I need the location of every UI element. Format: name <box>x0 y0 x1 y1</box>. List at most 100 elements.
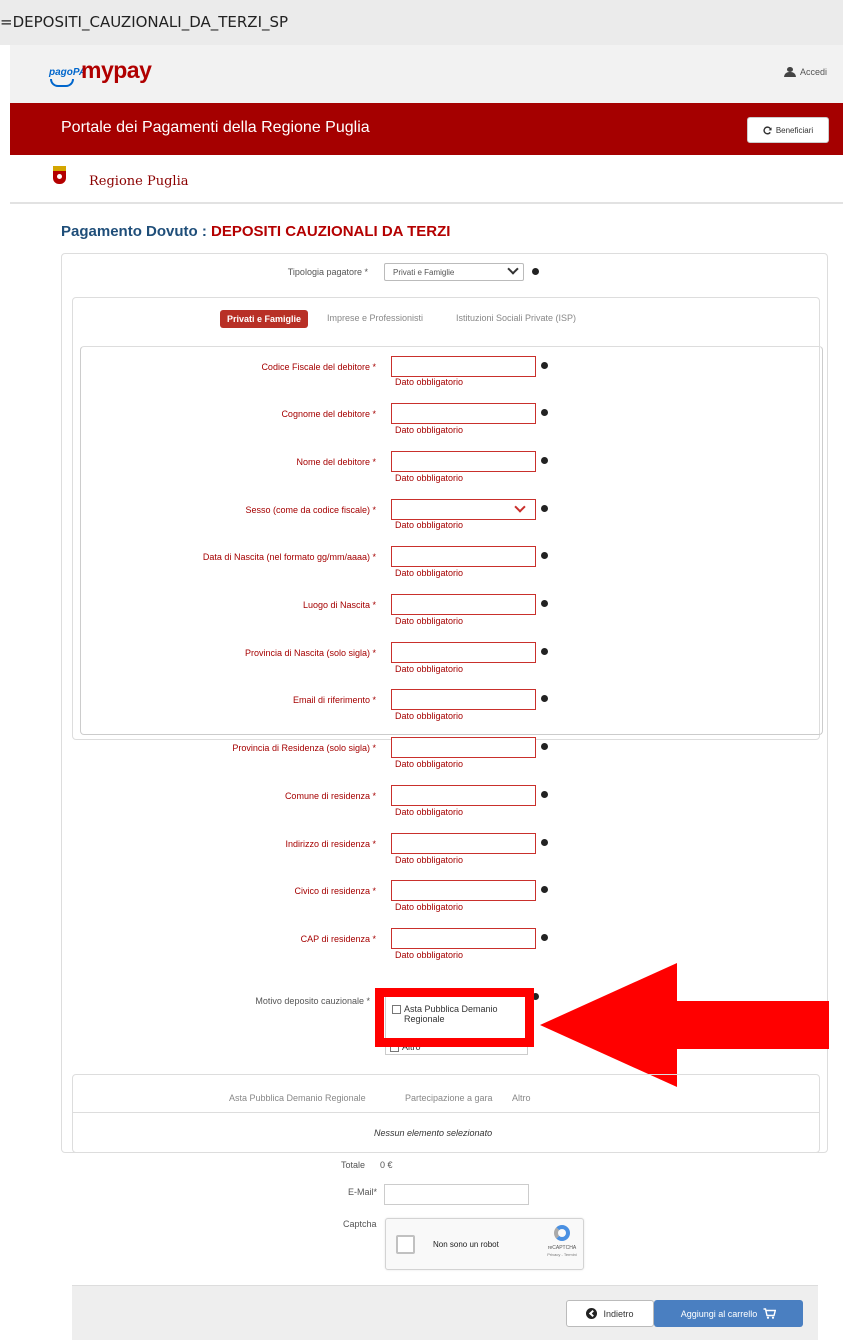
nome-input[interactable] <box>391 451 536 472</box>
red-arrow-icon <box>540 963 677 1087</box>
tipologia-select[interactable]: Privati e Famiglie <box>384 263 524 281</box>
help-icon[interactable] <box>541 839 548 846</box>
user-icon <box>783 67 796 77</box>
url-text: =DEPOSITI_CAUZIONALI_DA_TERZI_SP <box>0 13 289 31</box>
help-icon[interactable] <box>541 934 548 941</box>
mypay-logo: mypay <box>81 57 152 83</box>
field-label: Indirizzo di residenza * <box>285 839 376 849</box>
help-icon[interactable] <box>541 886 548 893</box>
tab-asta-pubblica[interactable]: Asta Pubblica Demanio Regionale <box>229 1093 366 1103</box>
captcha-label: Captcha <box>343 1219 377 1229</box>
totale-label: Totale <box>341 1160 366 1170</box>
tipologia-value: Privati e Famiglie <box>393 268 455 277</box>
tab-partecipazione[interactable]: Partecipazione a gara <box>405 1093 493 1103</box>
field-label: Comune di residenza * <box>284 791 376 801</box>
pagopa-logo-arc-icon <box>50 79 74 87</box>
help-icon[interactable] <box>541 600 548 607</box>
add-to-cart-button[interactable]: Aggiungi al carrello <box>654 1300 803 1327</box>
required-message: Dato obbligatorio <box>395 568 464 578</box>
help-icon[interactable] <box>541 695 548 702</box>
divider <box>73 1112 819 1113</box>
required-message: Dato obbligatorio <box>395 520 464 530</box>
empty-selection-message: Nessun elemento selezionato <box>374 1128 493 1138</box>
help-icon[interactable] <box>532 268 539 275</box>
selection-panel <box>72 1074 820 1153</box>
field-label: Provincia di Residenza (solo sigla) * <box>232 743 376 753</box>
cap-residenza-input[interactable] <box>391 928 536 949</box>
field-label: Sesso (come da codice fiscale) * <box>245 505 376 515</box>
url-bar[interactable]: =DEPOSITI_CAUZIONALI_DA_TERZI_SP <box>0 0 843 45</box>
page-title: Pagamento Dovuto : DEPOSITI CAUZIONALI D… <box>61 223 450 240</box>
required-message: Dato obbligatorio <box>395 425 464 435</box>
highlight-box <box>375 988 534 1047</box>
totale-value: 0 € <box>380 1160 393 1170</box>
help-icon[interactable] <box>541 409 548 416</box>
field-label: Civico di residenza * <box>294 886 376 896</box>
required-message: Dato obbligatorio <box>395 855 464 865</box>
required-message: Dato obbligatorio <box>395 711 464 721</box>
help-icon[interactable] <box>541 362 548 369</box>
required-message: Dato obbligatorio <box>395 664 464 674</box>
help-icon[interactable] <box>541 791 548 798</box>
help-icon[interactable] <box>541 743 548 750</box>
beneficiari-label: Beneficiari <box>775 125 814 135</box>
field-label: Codice Fiscale del debitore * <box>261 362 376 372</box>
back-label: Indietro <box>603 1308 634 1319</box>
required-message: Dato obbligatorio <box>395 807 464 817</box>
tab-altro[interactable]: Altro <box>512 1093 531 1103</box>
help-icon[interactable] <box>541 457 548 464</box>
field-label: Provincia di Nascita (solo sigla) * <box>244 648 376 658</box>
luogo-nascita-input[interactable] <box>391 594 536 615</box>
portal-banner: Portale dei Pagamenti della Regione Pugl… <box>10 103 843 155</box>
field-label: Cognome del debitore * <box>281 409 376 419</box>
cart-label: Aggiungi al carrello <box>680 1308 758 1319</box>
codice-fiscale-input[interactable] <box>391 356 536 377</box>
comune-residenza-input[interactable] <box>391 785 536 806</box>
recaptcha-checkbox[interactable] <box>396 1235 415 1254</box>
portal-title: Portale dei Pagamenti della Regione Pugl… <box>61 119 370 136</box>
required-message: Dato obbligatorio <box>395 616 464 626</box>
required-message: Dato obbligatorio <box>395 377 464 387</box>
chevron-down-icon <box>514 501 526 513</box>
login-label: Accedi <box>799 67 827 77</box>
cart-icon <box>763 1308 777 1319</box>
page-title-prefix: Pagamento Dovuto : <box>61 223 207 240</box>
civico-residenza-input[interactable] <box>391 880 536 901</box>
tipologia-label: Tipologia pagatore * <box>287 267 368 277</box>
back-circle-icon <box>586 1308 598 1319</box>
field-label: CAP di residenza * <box>300 934 376 944</box>
field-label: Luogo di Nascita * <box>302 600 376 610</box>
beneficiari-button[interactable]: Beneficiari <box>747 117 829 143</box>
recaptcha-text: Non sono un robot <box>433 1240 499 1249</box>
sesso-select[interactable] <box>391 499 536 520</box>
recaptcha-terms[interactable]: Privacy - Termini <box>539 1252 585 1257</box>
field-label: Email di riferimento * <box>292 695 376 705</box>
back-button[interactable]: Indietro <box>566 1300 654 1327</box>
service-name: DEPOSITI CAUZIONALI DA TERZI <box>211 223 451 240</box>
region-crest-icon <box>53 166 66 184</box>
provincia-residenza-input[interactable] <box>391 737 536 758</box>
recaptcha-widget: Non sono un robot reCAPTCHA Privacy - Te… <box>385 1218 584 1270</box>
top-bar: pagoPA mypay Accedi <box>10 45 843 103</box>
recaptcha-brand: reCAPTCHA <box>547 1245 577 1251</box>
email-riferimento-input[interactable] <box>391 689 536 710</box>
help-icon[interactable] <box>541 648 548 655</box>
login-link[interactable]: Accedi <box>783 67 827 77</box>
refresh-icon <box>763 125 772 134</box>
indirizzo-residenza-input[interactable] <box>391 833 536 854</box>
required-message: Dato obbligatorio <box>395 902 464 912</box>
help-icon[interactable] <box>541 552 548 559</box>
data-nascita-input[interactable] <box>391 546 536 567</box>
chevron-down-icon <box>507 263 519 275</box>
help-icon[interactable] <box>541 505 548 512</box>
email-label: E-Mail* <box>348 1187 378 1197</box>
tab-isp[interactable]: Istituzioni Sociali Private (ISP) <box>456 313 576 323</box>
cognome-input[interactable] <box>391 403 536 424</box>
region-name: Regione Puglia <box>89 174 189 189</box>
tab-imprese[interactable]: Imprese e Professionisti <box>327 313 423 323</box>
provincia-nascita-input[interactable] <box>391 642 536 663</box>
field-label: Nome del debitore * <box>296 457 376 467</box>
required-message: Dato obbligatorio <box>395 759 464 769</box>
email-input[interactable] <box>384 1184 529 1205</box>
tab-privati[interactable]: Privati e Famiglie <box>220 310 309 328</box>
